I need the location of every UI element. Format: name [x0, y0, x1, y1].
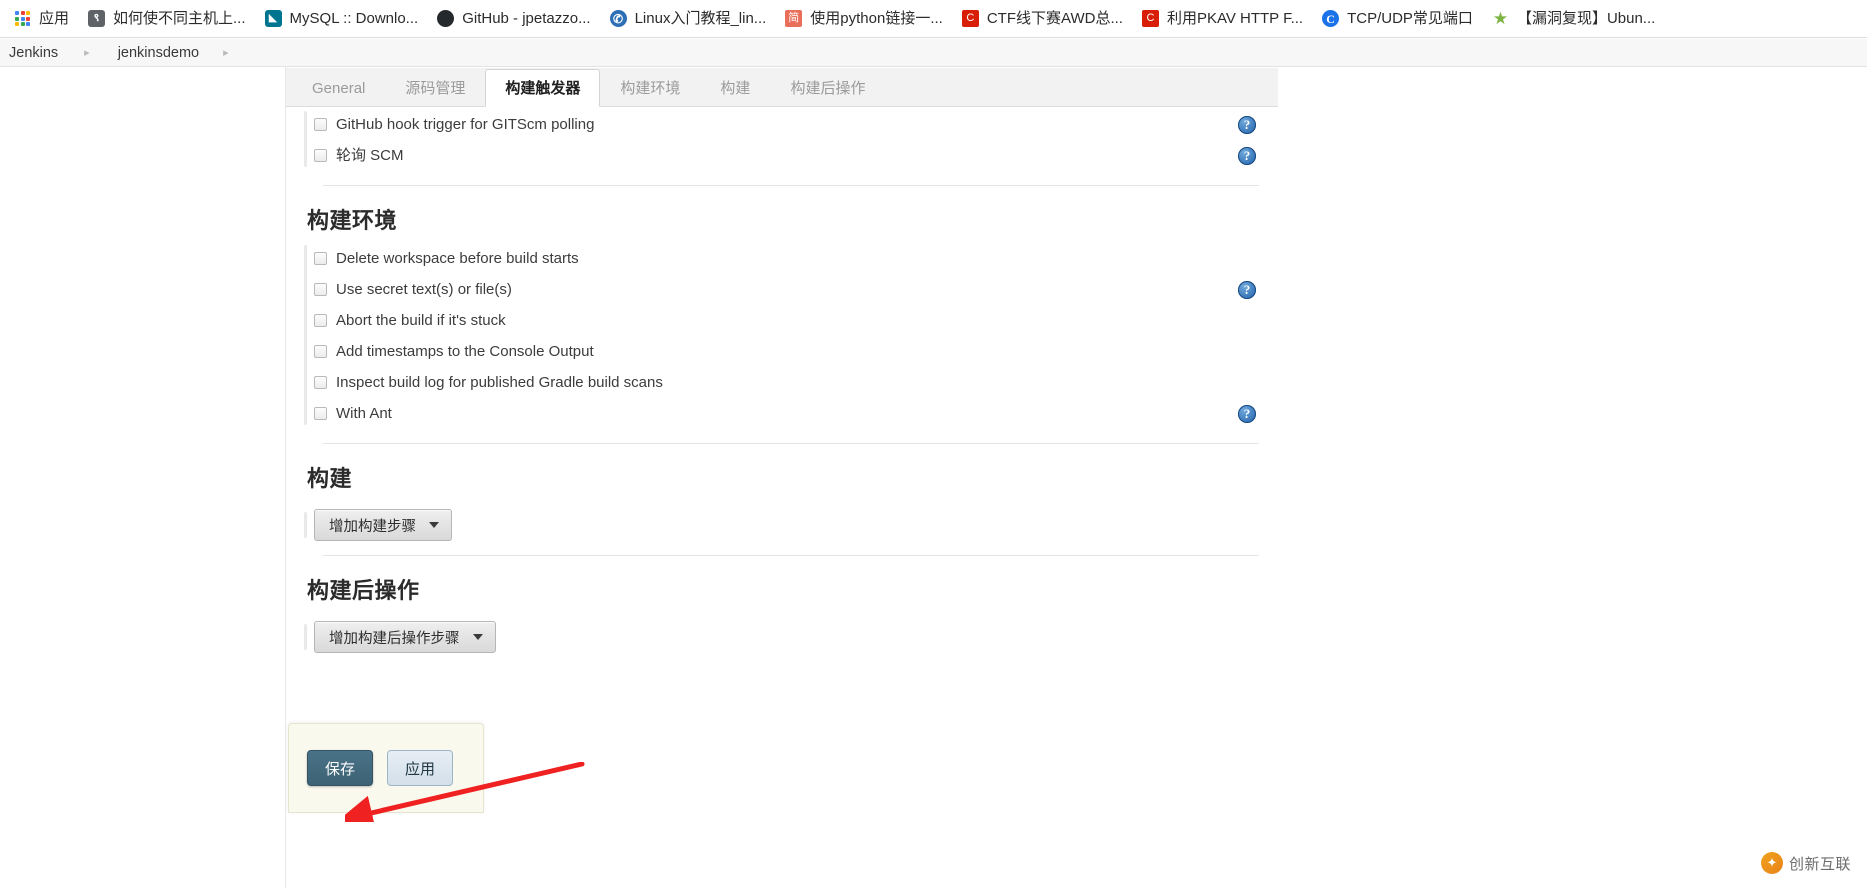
- bookmark-label: 如何使不同主机上...: [113, 10, 246, 27]
- form-action-bar: 保存 应用: [288, 723, 484, 813]
- left-gutter: [0, 67, 286, 888]
- breadcrumb: Jenkins ▸ jenkinsdemo ▸: [0, 39, 1867, 67]
- page-body: General 源码管理 构建触发器 构建环境 构建 构建后操作 GitHub hook …: [0, 67, 1867, 888]
- chevron-down-icon: [472, 634, 483, 640]
- checkbox-label: Abort the build if it's stuck: [336, 312, 506, 329]
- bookmark-item[interactable]: GitHub - jpetazzo...: [427, 4, 599, 34]
- tab-2[interactable]: 源码管理: [385, 69, 485, 107]
- tab-1[interactable]: General: [292, 69, 385, 107]
- dropdown-button-group: 增加构建后操作步骤: [304, 621, 1278, 653]
- checkbox-row[interactable]: Inspect build log for published Gradle b…: [314, 367, 1278, 398]
- job-config-panel: General 源码管理 构建触发器 构建环境 构建 构建后操作 GitHub hook …: [286, 67, 1278, 888]
- question-mark-icon: ९: [87, 9, 106, 28]
- bookmark-item[interactable]: 简使用python链接一...: [775, 4, 952, 34]
- help-icon[interactable]: ?: [1238, 280, 1256, 299]
- tab-4[interactable]: 构建环境: [600, 69, 700, 107]
- post-build-section: 构建后操作增加构建后操作步骤: [286, 555, 1278, 653]
- config-tabbar: General 源码管理 构建触发器 构建环境 构建 构建后操作: [286, 68, 1278, 107]
- checkbox-row[interactable]: Abort the build if it's stuck: [314, 305, 1278, 336]
- checkbox-input[interactable]: [314, 314, 327, 327]
- bookmark-item[interactable]: ◣ MySQL :: Downlo...: [255, 4, 428, 34]
- build-triggers-section: GitHub hook trigger for GITScm polling? 轮…: [286, 109, 1278, 171]
- dropdown-button-label: 增加构建后操作步骤: [329, 630, 460, 647]
- apply-button[interactable]: 应用: [387, 750, 453, 786]
- section-title: 构建环境: [307, 208, 398, 233]
- browser-window: 应用 ९ 如何使不同主机上... ◣ MySQL :: Downlo... GitHub …: [0, 0, 1867, 888]
- bookmark-label: 应用: [39, 10, 70, 27]
- checkbox-input[interactable]: [314, 376, 327, 389]
- checkbox-label: With Ant: [336, 405, 392, 422]
- github-icon: [436, 9, 455, 28]
- breadcrumb-item-jenkinsdemo[interactable]: jenkinsdemo: [116, 45, 201, 61]
- bookmark-label: CTF线下赛AWD总...: [986, 10, 1123, 27]
- apps-grid-icon: [13, 9, 32, 28]
- dropdown-button-group: 增加构建步骤: [304, 509, 1278, 541]
- checkbox-label: Add timestamps to the Console Output: [336, 343, 594, 360]
- mysql-icon: ◣: [264, 9, 283, 28]
- checkbox-row[interactable]: Add timestamps to the Console Output: [314, 336, 1278, 367]
- checkbox-group: GitHub hook trigger for GITScm polling? 轮…: [304, 109, 1278, 171]
- bookmark-label: 【漏洞复现】Ubun...: [1516, 10, 1656, 27]
- bookmark-label: 利用PKAV HTTP F...: [1166, 10, 1304, 27]
- help-icon[interactable]: ?: [1238, 404, 1256, 423]
- watermark-text: 创新互联: [1788, 855, 1851, 873]
- tab-6[interactable]: 构建后操作: [770, 69, 885, 107]
- checkbox-row[interactable]: With Ant?: [314, 398, 1278, 429]
- help-icon[interactable]: ?: [1238, 146, 1256, 165]
- build-section: 构建增加构建步骤: [286, 443, 1278, 541]
- bookmark-item[interactable]: C CTF线下赛AWD总...: [952, 4, 1132, 34]
- bookmark-label: 使用python链接一...: [810, 10, 943, 27]
- jianshu-icon: 简: [784, 9, 803, 28]
- checkbox-input[interactable]: [314, 407, 327, 420]
- bookmark-item[interactable]: C TCP/UDP常见端口: [1312, 4, 1482, 34]
- checkbox-row[interactable]: 轮询 SCM?: [314, 140, 1278, 171]
- section-title: 构建后操作: [307, 578, 420, 603]
- bookmark-label: GitHub - jpetazzo...: [462, 10, 591, 27]
- checkbox-label: GitHub hook trigger for GITScm polling: [336, 116, 595, 133]
- checkbox-row[interactable]: Use secret text(s) or file(s)?: [314, 274, 1278, 305]
- chrome-circle-icon: C: [1321, 9, 1340, 28]
- right-gutter: [1278, 67, 1867, 888]
- build-section-add-button[interactable]: 增加构建步骤: [314, 509, 452, 541]
- checkbox-row[interactable]: GitHub hook trigger for GITScm polling?: [314, 109, 1278, 140]
- bookmark-item[interactable]: 应用: [4, 4, 78, 34]
- section-title: 构建: [307, 466, 353, 491]
- watermark: ✦ 创新互联: [1752, 848, 1859, 878]
- watermark-logo-icon: ✦: [1760, 852, 1783, 874]
- bookmark-label: Linux入门教程_lin...: [634, 10, 767, 27]
- breadcrumb-item-jenkins[interactable]: Jenkins: [7, 45, 60, 61]
- checkbox-label: 轮询 SCM: [336, 147, 404, 164]
- globe-icon: ✆: [609, 9, 628, 28]
- csdn-icon: C: [1141, 9, 1160, 28]
- checkbox-input[interactable]: [314, 283, 327, 296]
- checkbox-label: Use secret text(s) or file(s): [336, 281, 512, 298]
- bookmarks-bar: 应用 ९ 如何使不同主机上... ◣ MySQL :: Downlo... GitHub …: [0, 0, 1867, 38]
- checkbox-input[interactable]: [314, 118, 327, 131]
- bookmark-label: TCP/UDP常见端口: [1347, 10, 1473, 27]
- dropdown-button-label: 增加构建步骤: [329, 518, 416, 535]
- checkbox-input[interactable]: [314, 345, 327, 358]
- tab-3[interactable]: 构建触发器: [485, 69, 601, 107]
- checkbox-input[interactable]: [314, 149, 327, 162]
- bookmark-item[interactable]: C 利用PKAV HTTP F...: [1132, 4, 1312, 34]
- bookmark-item[interactable]: ✆ Linux入门教程_lin...: [600, 4, 776, 34]
- bookmark-label: MySQL :: Downlo...: [289, 10, 419, 27]
- bookmark-item[interactable]: ९ 如何使不同主机上...: [78, 4, 255, 34]
- chevron-down-icon: [429, 522, 439, 528]
- checkbox-label: Delete workspace before build starts: [336, 250, 579, 267]
- help-icon[interactable]: ?: [1238, 115, 1256, 134]
- star-icon: ★: [1492, 9, 1509, 28]
- post-build-section-add-button[interactable]: 增加构建后操作步骤: [314, 621, 496, 653]
- breadcrumb-separator-icon: ▸: [84, 47, 90, 59]
- checkbox-group: Delete workspace before build starts Use …: [304, 243, 1278, 429]
- bookmark-item[interactable]: ★ 【漏洞复现】Ubun...: [1482, 4, 1664, 34]
- checkbox-row[interactable]: Delete workspace before build starts: [314, 243, 1278, 274]
- checkbox-input[interactable]: [314, 252, 327, 265]
- csdn-icon: C: [961, 9, 980, 28]
- checkbox-label: Inspect build log for published Gradle b…: [336, 374, 663, 391]
- build-environment-section: 构建环境 Delete workspace before build starts…: [286, 185, 1278, 429]
- save-button[interactable]: 保存: [307, 750, 373, 786]
- breadcrumb-separator-icon: ▸: [223, 47, 229, 59]
- tab-5[interactable]: 构建: [700, 69, 770, 107]
